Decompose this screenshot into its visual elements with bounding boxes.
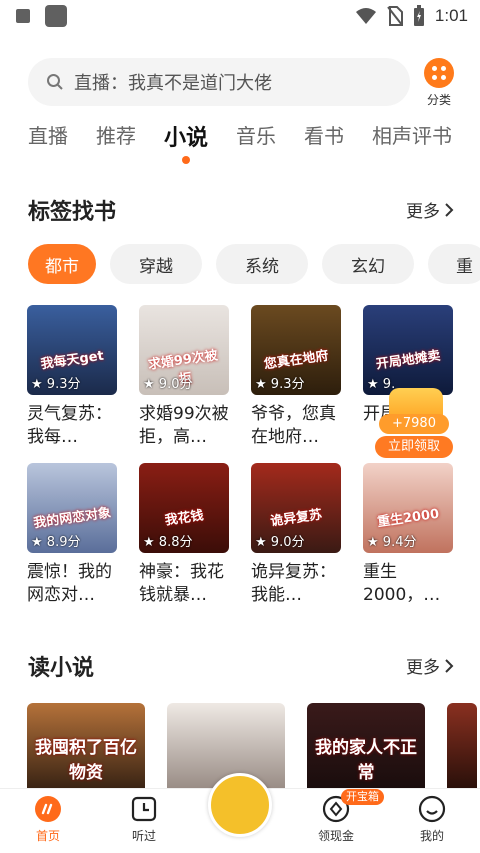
category-icon bbox=[424, 58, 454, 88]
notification-icon bbox=[16, 9, 30, 23]
cover-title: 您真在地府 bbox=[263, 348, 330, 373]
chip-urban[interactable]: 都市 bbox=[28, 244, 96, 284]
no-sim-icon bbox=[387, 6, 403, 26]
chip-time-travel[interactable]: 穿越 bbox=[110, 244, 202, 284]
search-placeholder: 直播：我真不是道门大佬 bbox=[74, 73, 272, 94]
tab-music[interactable]: 音乐 bbox=[236, 120, 276, 170]
nav-home[interactable]: 首页 bbox=[18, 795, 78, 844]
book-rating: ★ 8.9分 bbox=[31, 535, 81, 550]
book-rating: ★ 9.0分 bbox=[255, 535, 305, 550]
nav-coins-label: 领现金 bbox=[317, 829, 354, 843]
nav-listened-label: 听过 bbox=[131, 829, 156, 843]
read-more-label: 更多 bbox=[406, 658, 440, 678]
chip-rebirth[interactable]: 重 bbox=[428, 244, 480, 284]
battery-icon bbox=[413, 5, 424, 26]
tab-recommend[interactable]: 推荐 bbox=[96, 120, 136, 170]
nav-home-label: 首页 bbox=[35, 829, 60, 843]
book-cover[interactable]: 我囤积了百亿物资 bbox=[27, 703, 145, 788]
treasure-badge: 开宝箱 bbox=[341, 789, 384, 805]
read-section-title: 读小说 bbox=[28, 656, 95, 681]
book-title: 神豪：我花钱就暴… bbox=[139, 562, 224, 605]
claim-now-button[interactable]: 立即领取 bbox=[375, 436, 453, 458]
book-card[interactable]: 我的网恋对象 ★ 8.9分 震惊！我的网恋对… bbox=[27, 463, 117, 607]
cover-title: 我囤积了百亿物资 bbox=[35, 738, 137, 783]
book-cover: 您真在地府 ★ 9.3分 bbox=[251, 305, 341, 395]
book-title: 爷爷，您真在地府… bbox=[251, 404, 336, 447]
book-card[interactable]: 求婚99次被拒 ★ 9.0分 求婚99次被拒，高… bbox=[139, 305, 229, 449]
book-rating: ★ 9.3分 bbox=[31, 377, 81, 392]
book-rating: ★ 9.3分 bbox=[255, 377, 305, 392]
category-label: 分类 bbox=[426, 93, 451, 107]
search-bar[interactable]: 直播：我真不是道门大佬 bbox=[28, 58, 410, 106]
wifi-icon bbox=[355, 8, 376, 24]
cover-title: 重生2000 bbox=[376, 506, 441, 531]
book-card[interactable]: 诡异复苏 ★ 9.0分 诡异复苏：我能… bbox=[251, 463, 341, 607]
book-card[interactable]: 您真在地府 ★ 9.3分 爷爷，您真在地府… bbox=[251, 305, 341, 449]
chevron-right-icon bbox=[445, 658, 454, 673]
status-bar: 1:01 bbox=[0, 0, 480, 34]
profile-icon bbox=[418, 795, 446, 823]
book-rating: ★ 9.4分 bbox=[367, 535, 417, 550]
cover-title: 开局地摊卖 bbox=[375, 348, 442, 373]
chevron-right-icon bbox=[445, 202, 454, 217]
history-icon bbox=[130, 795, 158, 823]
active-tab-indicator bbox=[182, 156, 190, 164]
book-title: 求婚99次被拒，高… bbox=[139, 404, 229, 447]
search-icon bbox=[47, 74, 63, 90]
book-cover: 重生2000 ★ 9.4分 bbox=[363, 463, 453, 553]
tab-novel[interactable]: 小说 bbox=[164, 120, 208, 170]
book-card[interactable]: 重生2000 ★ 9.4分 重生2000，… bbox=[363, 463, 453, 607]
now-playing-disc[interactable] bbox=[208, 773, 272, 837]
nav-listened[interactable]: 听过 bbox=[114, 795, 174, 844]
clock: 1:01 bbox=[434, 6, 468, 25]
cover-title: 我的家人不正常 bbox=[315, 738, 417, 783]
cover-title: 我的网恋对象 bbox=[32, 505, 112, 532]
tab-live[interactable]: 直播 bbox=[28, 120, 68, 170]
channel-tabs: 直播 推荐 小说 音乐 看书 相声评书 bbox=[28, 120, 480, 170]
book-grid-row-2: 我的网恋对象 ★ 8.9分 震惊！我的网恋对… 我花钱 ★ 8.8分 神豪：我花… bbox=[27, 463, 467, 607]
book-title: 震惊！我的网恋对… bbox=[27, 562, 112, 605]
book-cover: 我花钱 ★ 8.8分 bbox=[139, 463, 229, 553]
home-icon bbox=[34, 795, 62, 823]
cover-title: 我每天get bbox=[39, 348, 105, 373]
tag-more-link[interactable]: 更多 bbox=[406, 197, 454, 222]
book-card[interactable]: 我每天get ★ 9.3分 灵气复苏：我每… bbox=[27, 305, 117, 449]
book-cover: 我的网恋对象 ★ 8.9分 bbox=[27, 463, 117, 553]
book-cover: 我每天get ★ 9.3分 bbox=[27, 305, 117, 395]
book-card[interactable]: 我花钱 ★ 8.8分 神豪：我花钱就暴… bbox=[139, 463, 229, 607]
tag-section-title: 标签找书 bbox=[28, 200, 117, 225]
tab-novel-label: 小说 bbox=[164, 126, 209, 151]
nav-mine-label: 我的 bbox=[419, 829, 444, 843]
book-title: 诡异复苏：我能… bbox=[251, 562, 336, 605]
book-cover[interactable] bbox=[447, 703, 477, 788]
cover-title: 诡异复苏 bbox=[269, 507, 324, 530]
book-cover[interactable]: 我的家人不正常 bbox=[307, 703, 425, 788]
reward-amount: +7980 bbox=[379, 414, 449, 434]
chip-fantasy[interactable]: 玄幻 bbox=[322, 244, 414, 284]
read-more-link[interactable]: 更多 bbox=[406, 653, 454, 678]
book-rating: ★ 9.0分 bbox=[143, 377, 193, 392]
book-cover: 开局地摊卖 ★ 9. bbox=[363, 305, 453, 395]
tag-chips: 都市 穿越 系统 玄幻 重 bbox=[28, 244, 480, 284]
notification-icon bbox=[45, 5, 67, 27]
book-title: 重生2000，… bbox=[363, 562, 441, 605]
tab-reading[interactable]: 看书 bbox=[304, 120, 344, 170]
chip-system[interactable]: 系统 bbox=[216, 244, 308, 284]
book-cover: 诡异复苏 ★ 9.0分 bbox=[251, 463, 341, 553]
category-button[interactable]: 分类 bbox=[420, 58, 458, 108]
book-title: 灵气复苏：我每… bbox=[27, 404, 112, 447]
book-cover: 求婚99次被拒 ★ 9.0分 bbox=[139, 305, 229, 395]
reward-widget[interactable]: +7980 立即领取 bbox=[375, 388, 453, 460]
nav-mine[interactable]: 我的 bbox=[402, 795, 462, 844]
cover-title: 我花钱 bbox=[163, 508, 205, 529]
tag-more-label: 更多 bbox=[406, 202, 440, 222]
tab-crosstalk[interactable]: 相声评书 bbox=[372, 120, 452, 170]
book-rating: ★ 8.8分 bbox=[143, 535, 193, 550]
